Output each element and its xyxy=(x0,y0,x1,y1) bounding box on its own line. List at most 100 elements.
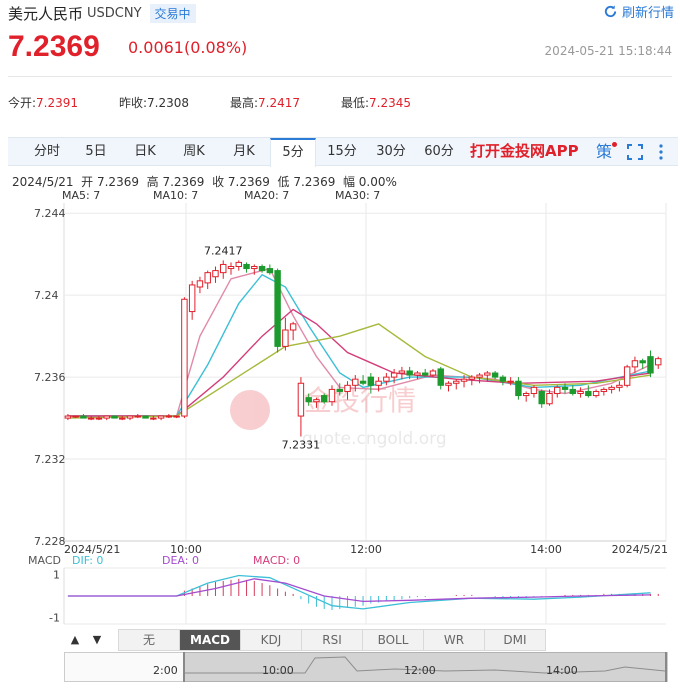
candle-body xyxy=(616,384,623,388)
macd-lines xyxy=(67,574,651,610)
indicator-tab-none[interactable]: 无 xyxy=(118,629,180,651)
nav-label-start: 2:00 xyxy=(153,664,178,677)
candle-body xyxy=(499,376,507,382)
candle-body xyxy=(546,393,553,405)
indicator-tab-wr[interactable]: WR xyxy=(423,629,485,651)
macd-y-tick: -1 xyxy=(49,612,60,625)
candle-body xyxy=(445,382,452,386)
candle-body xyxy=(421,372,429,376)
candle-body xyxy=(647,356,654,374)
candle-body xyxy=(181,298,188,417)
x-tick-label: 2024/5/21 xyxy=(612,543,668,556)
candle-body xyxy=(507,380,514,383)
candle-body xyxy=(188,284,196,313)
candle-body xyxy=(321,395,328,403)
candle-body xyxy=(530,386,538,395)
candle-body xyxy=(491,372,499,378)
candle-body xyxy=(204,272,211,284)
y-tick-label: 7.236 xyxy=(34,371,66,384)
candle-body xyxy=(608,386,615,390)
candle-body xyxy=(631,360,639,368)
candle-body xyxy=(173,415,180,418)
low-annotation: 7.2331 xyxy=(282,439,321,452)
candle-body xyxy=(305,397,312,403)
candle-body xyxy=(561,386,569,390)
price-chart: 金投行情 quote.cngold.org 7.244 7.24 7.236 7.23… xyxy=(28,203,668,625)
candle-body xyxy=(515,380,522,397)
candle-body xyxy=(274,270,281,347)
candle-body xyxy=(375,380,382,386)
candle-body xyxy=(398,370,406,374)
candle-body xyxy=(352,378,359,386)
macd-dea-label: DEA: 0 xyxy=(162,554,199,567)
indicator-tab-dmi[interactable]: DMI xyxy=(484,629,546,651)
indicator-tabs: 无 MACD KDJ RSI BOLL WR DMI xyxy=(118,629,546,651)
candle-body xyxy=(383,376,390,382)
nav-label-14: 14:00 xyxy=(546,664,578,677)
candle-body xyxy=(367,376,375,386)
scroll-up-button[interactable]: ▲ xyxy=(66,631,84,649)
candle-body xyxy=(592,390,600,397)
y-axis-labels: 7.244 7.24 7.236 7.232 7.228 xyxy=(34,207,66,548)
watermark-url: quote.cngold.org xyxy=(302,429,447,449)
candle-body xyxy=(313,399,320,403)
candle-body xyxy=(243,263,250,270)
macd-histogram xyxy=(183,578,659,610)
candle-body xyxy=(157,415,165,419)
candle-body xyxy=(429,370,437,376)
y-tick-label: 7.232 xyxy=(34,453,66,466)
candle-body xyxy=(414,372,421,376)
candle-body xyxy=(266,268,274,274)
candle-body xyxy=(569,388,577,395)
candle-body xyxy=(165,415,173,418)
candle-body xyxy=(150,417,157,420)
indicator-tab-rsi[interactable]: RSI xyxy=(301,629,363,651)
candle-body xyxy=(220,263,227,274)
candle-body xyxy=(251,266,258,270)
candle-body xyxy=(476,374,483,378)
watermark-logo-icon xyxy=(230,390,270,430)
candle-body xyxy=(390,372,398,378)
candle-body xyxy=(212,270,219,278)
x-axis-labels: 2024/5/21 10:00 12:00 14:00 2024/5/21 xyxy=(64,543,668,556)
candle-body xyxy=(103,415,110,419)
high-annotation: 7.2417 xyxy=(204,244,243,257)
candle-body xyxy=(437,368,444,386)
candle-body xyxy=(328,388,336,403)
macd-value-label: MACD: 0 xyxy=(253,554,300,567)
watermark: 金投行情 quote.cngold.org xyxy=(230,384,447,449)
nav-label-10: 10:00 xyxy=(262,664,294,677)
candle-body xyxy=(577,390,584,395)
candle-body xyxy=(600,388,608,392)
candle-body xyxy=(655,358,662,366)
candle-body xyxy=(538,390,545,405)
candle-body xyxy=(80,415,87,419)
candle-body xyxy=(258,266,266,272)
candle-body xyxy=(126,415,134,419)
candle-body xyxy=(142,415,149,419)
candle-body xyxy=(297,382,305,417)
indicator-tab-boll[interactable]: BOLL xyxy=(362,629,424,651)
candle-body xyxy=(406,370,413,376)
candle-body xyxy=(87,417,95,420)
macd-y-labels: 1 -1 xyxy=(49,568,60,624)
candle-body xyxy=(522,393,530,397)
candle-body xyxy=(460,378,468,382)
candle-body xyxy=(359,380,367,384)
candle-body xyxy=(554,386,561,395)
macd-dif-line xyxy=(67,574,651,610)
macd-y-tick: 1 xyxy=(53,568,60,581)
y-tick-label: 7.24 xyxy=(34,289,59,302)
chart-grid xyxy=(63,203,667,542)
candle-body xyxy=(72,415,79,418)
indicator-tab-macd[interactable]: MACD xyxy=(179,629,241,651)
nav-label-12: 12:00 xyxy=(404,664,436,677)
x-tick-label: 12:00 xyxy=(350,543,382,556)
candle-body xyxy=(134,415,142,418)
candle-body xyxy=(235,261,242,268)
x-tick-label: 14:00 xyxy=(530,543,562,556)
scroll-down-button[interactable]: ▼ xyxy=(88,631,106,649)
candle-body xyxy=(344,384,351,392)
candle-body xyxy=(623,366,631,386)
indicator-tab-kdj[interactable]: KDJ xyxy=(240,629,302,651)
